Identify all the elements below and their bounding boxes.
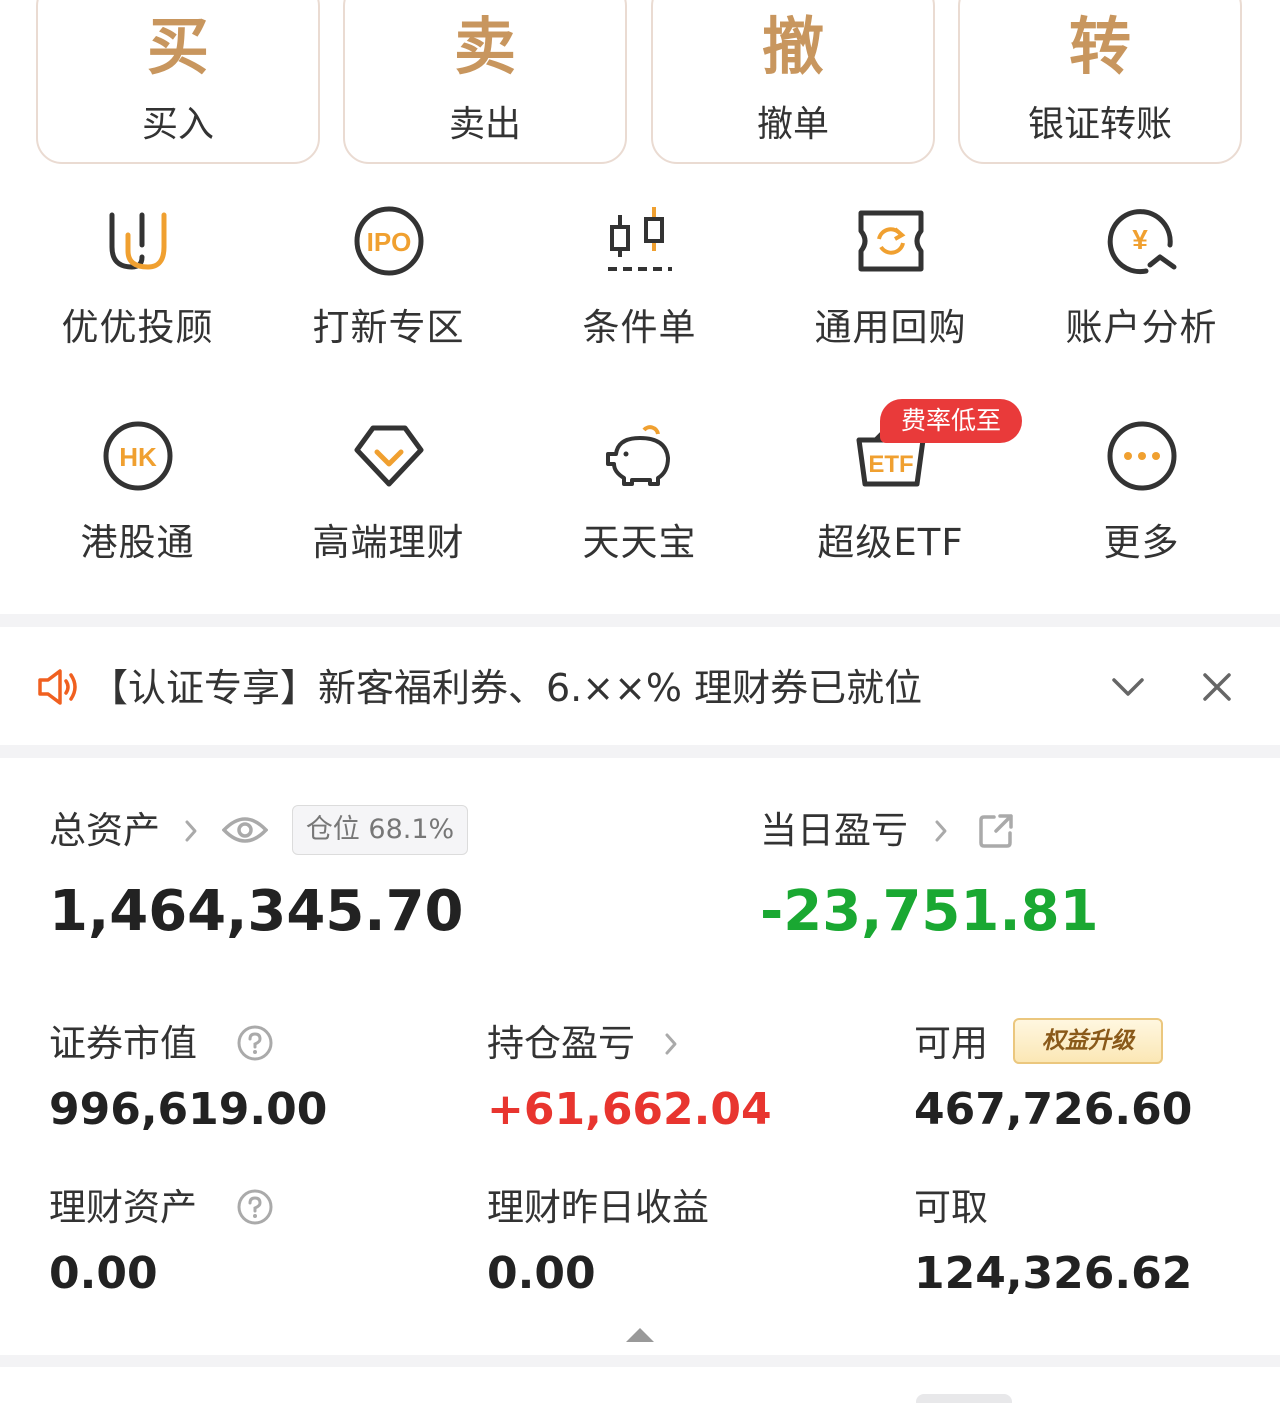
chevron-right-icon[interactable] bbox=[663, 1031, 679, 1057]
transfer-glyph: 转 bbox=[1068, 10, 1131, 83]
chevron-right-icon[interactable] bbox=[933, 818, 949, 844]
eye-icon[interactable] bbox=[221, 814, 269, 846]
feature-repo[interactable]: 通用回购 bbox=[765, 205, 1016, 405]
buy-label: 买入 bbox=[141, 104, 214, 145]
available-label: 可用 bbox=[914, 1022, 988, 1065]
notice-text: 【认证专享】新客福利券、6.××% 理财券已就位 bbox=[90, 666, 923, 710]
section-divider bbox=[0, 1355, 1280, 1367]
feature-youyou-advisor[interactable]: 优优投顾 bbox=[12, 205, 263, 405]
help-icon[interactable] bbox=[237, 1025, 273, 1061]
daily-pl-label[interactable]: 当日盈亏 bbox=[760, 806, 908, 856]
benefit-upgrade-badge[interactable]: 权益升级 bbox=[1013, 1018, 1163, 1064]
chevron-right-icon[interactable] bbox=[183, 818, 199, 844]
transfer-label: 银证转账 bbox=[1027, 104, 1172, 145]
youyou-advisor-icon bbox=[102, 205, 174, 277]
securities-value-label: 证券市值 bbox=[49, 1022, 197, 1065]
withdrawable-label: 可取 bbox=[914, 1186, 988, 1229]
svg-text:¥: ¥ bbox=[1132, 224, 1148, 255]
cancel-order-button[interactable]: 撤 撤单 bbox=[651, 0, 935, 164]
repo-icon bbox=[855, 205, 927, 277]
svg-text:IPO: IPO bbox=[367, 227, 412, 257]
svg-text:ETF: ETF bbox=[868, 451, 913, 478]
svg-text:HK: HK bbox=[119, 442, 157, 472]
chevron-down-icon[interactable] bbox=[1110, 672, 1146, 702]
feature-label: 优优投顾 bbox=[61, 306, 214, 349]
collapse-caret-icon[interactable] bbox=[624, 1326, 656, 1344]
notice-bar[interactable]: 【认证专享】新客福利券、6.××% 理财券已就位 bbox=[0, 627, 1280, 745]
sell-label: 卖出 bbox=[448, 104, 521, 145]
hk-connect-icon: HK bbox=[102, 420, 174, 492]
securities-value: 996,619.00 bbox=[49, 1084, 328, 1135]
withdrawable-value: 124,326.62 bbox=[914, 1248, 1193, 1299]
trade-button-row: 买 买入 卖 卖出 撤 撤单 转 银证转账 bbox=[36, 0, 1244, 165]
finance-assets-label: 理财资产 bbox=[49, 1186, 197, 1229]
feature-label: 通用回购 bbox=[814, 306, 967, 349]
feature-label: 条件单 bbox=[582, 306, 697, 349]
total-assets-value: 1,464,345.70 bbox=[49, 879, 464, 944]
buy-button[interactable]: 买 买入 bbox=[36, 0, 320, 164]
ipo-icon: IPO bbox=[353, 205, 425, 277]
available-value: 467,726.60 bbox=[914, 1084, 1193, 1135]
feature-piggy-bank[interactable]: 天天宝 bbox=[514, 420, 765, 620]
feature-account-analysis[interactable]: ¥ 账户分析 bbox=[1016, 205, 1267, 405]
account-analysis-icon: ¥ bbox=[1106, 205, 1178, 277]
condition-order-icon bbox=[604, 205, 676, 277]
more-icon bbox=[1106, 420, 1178, 492]
feature-ipo[interactable]: IPO 打新专区 bbox=[263, 205, 514, 405]
total-assets-label[interactable]: 总资产 bbox=[49, 806, 160, 856]
share-icon[interactable] bbox=[978, 813, 1014, 849]
buy-glyph: 买 bbox=[146, 10, 209, 83]
sell-glyph: 卖 bbox=[453, 10, 516, 83]
sell-button[interactable]: 卖 卖出 bbox=[343, 0, 627, 164]
help-icon[interactable] bbox=[237, 1189, 273, 1225]
next-section-toggle bbox=[916, 1394, 1012, 1403]
finance-assets-value: 0.00 bbox=[49, 1248, 158, 1299]
feature-condition-order[interactable]: 条件单 bbox=[514, 205, 765, 405]
speaker-icon bbox=[36, 667, 82, 707]
position-ratio-pill: 仓位 68.1% bbox=[292, 805, 468, 855]
finance-yesterday-value: 0.00 bbox=[487, 1248, 596, 1299]
feature-label: 港股通 bbox=[80, 521, 195, 564]
piggy-bank-icon bbox=[604, 420, 676, 492]
feature-label: 超级ETF bbox=[817, 521, 964, 564]
cancel-label: 撤单 bbox=[756, 104, 829, 145]
feature-label: 打新专区 bbox=[312, 306, 465, 349]
cancel-glyph: 撤 bbox=[761, 10, 824, 83]
feature-label: 账户分析 bbox=[1065, 306, 1218, 349]
premium-finance-icon bbox=[353, 420, 425, 492]
feature-super-etf[interactable]: ETF 超级ETF bbox=[765, 420, 1016, 620]
holding-pl-value: +61,662.04 bbox=[487, 1084, 772, 1135]
feature-label: 高端理财 bbox=[312, 521, 465, 564]
bank-transfer-button[interactable]: 转 银证转账 bbox=[958, 0, 1242, 164]
finance-yesterday-label: 理财昨日收益 bbox=[487, 1186, 709, 1229]
feature-hk-connect[interactable]: HK 港股通 bbox=[12, 420, 263, 620]
feature-label: 更多 bbox=[1103, 521, 1180, 564]
section-divider bbox=[0, 745, 1280, 758]
feature-label: 天天宝 bbox=[582, 521, 697, 564]
daily-pl-value: -23,751.81 bbox=[760, 879, 1099, 944]
etf-fee-badge: 费率低至 bbox=[880, 399, 1022, 443]
section-divider bbox=[0, 614, 1280, 627]
feature-premium-finance[interactable]: 高端理财 bbox=[263, 420, 514, 620]
feature-more[interactable]: 更多 bbox=[1016, 420, 1267, 620]
close-icon[interactable] bbox=[1201, 671, 1233, 703]
holding-pl-label[interactable]: 持仓盈亏 bbox=[487, 1019, 635, 1069]
